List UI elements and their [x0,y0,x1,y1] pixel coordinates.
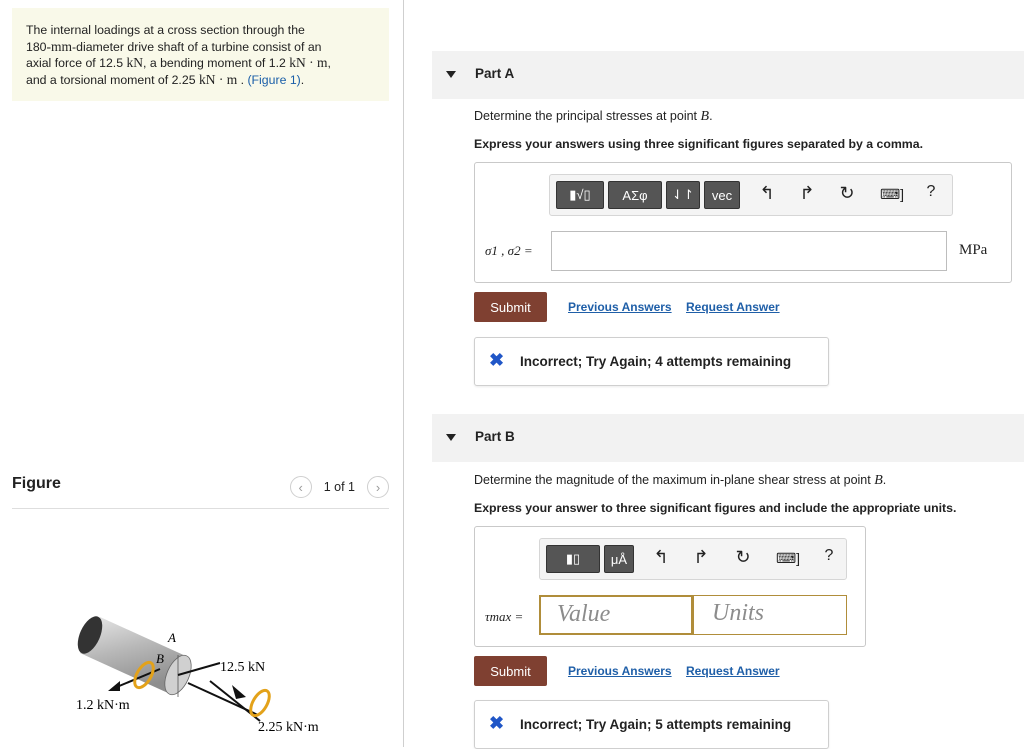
part-b-instruction: Express your answer to three significant… [474,501,957,515]
axial-unit: kN [126,55,143,70]
vec-label: vec [711,187,733,203]
part-b-header[interactable]: Part B [432,414,1024,462]
axial-force-label: 12.5 kN [220,660,265,675]
problem-line-4: and a torsional moment of 2.25 [26,72,199,87]
problem-line-4c: . [300,72,305,87]
point-b-label: B [156,651,164,666]
torsion-moment-ring [249,688,271,718]
part-a-header[interactable]: Part A [432,51,1024,99]
point-b: B [874,473,883,488]
part-a-request-answer-link[interactable]: Request Answer [686,300,780,314]
reset-icon[interactable]: ↻ [836,183,858,204]
part-a-question: Determine the principal stresses at poin… [474,109,713,125]
arrows-icon: ⇃↾ [672,187,694,202]
greek-button[interactable]: ΑΣφ [608,181,662,209]
units-icon: μÅ [610,551,628,567]
shaft-figure: A B 12.5 kN 1.2 kN·m 2.25 kN·m [76,616,319,735]
redo-icon[interactable]: ↱ [796,183,818,204]
problem-line-3: axial force of 12.5 [26,56,127,70]
value-input[interactable]: Value [539,595,693,635]
prev-figure-button[interactable]: ‹ [289,476,312,498]
tau-max-label: τmax = [485,609,524,624]
value-placeholder: Value [557,601,611,627]
part-b-previous-answers-link[interactable]: Previous Answers [568,664,672,678]
mpa-unit: MPa [959,242,988,258]
diameter-unit: -mm [46,38,73,54]
templates-icon: ▮▯ [565,551,581,566]
diameter-value: 180 [26,39,47,54]
part-a-submit-button[interactable]: Submit [474,292,547,322]
undo-icon[interactable]: ↰ [756,183,778,204]
part-b-request-answer-link[interactable]: Request Answer [686,664,780,678]
bending-moment-label: 1.2 kN·m [76,698,130,713]
part-b-label: Part B [475,429,515,444]
problem-line-4b: . [237,72,248,87]
help-icon[interactable]: ? [818,547,840,565]
problem-line-3b: , a bending moment of 1.2 [142,56,290,70]
part-b-question: Determine the magnitude of the maximum i… [474,473,886,489]
next-figure-button[interactable]: › [367,476,389,498]
reset-icon[interactable]: ↻ [732,547,754,568]
undo-icon[interactable]: ↰ [650,547,672,568]
greek-icon: ΑΣφ [622,187,648,203]
part-a-question-end: . [709,109,713,123]
part-a-feedback-text: Incorrect; Try Again; 4 attempts remaini… [520,354,792,369]
torsion-unit: kN · m [198,71,238,87]
incorrect-x-icon: ✖ [489,713,505,733]
figure-header: Figure ‹ 1 of 1 › [12,470,389,509]
redo-icon[interactable]: ↱ [690,547,712,568]
chevron-right-icon: › [375,479,381,495]
torsion-moment-label: 2.25 kN·m [258,720,319,735]
units-button[interactable]: μÅ [604,545,634,573]
problem-line-2: -diameter drive shaft of a turbine consi… [72,39,322,54]
point-a-label: A [167,630,176,645]
part-a-answer-box: ▮√▯ ΑΣφ ⇃↾ vec ↰ ↱ ↻ ⌨] ? σ1 , σ2 = MPa [474,162,1012,283]
part-a-previous-answers-link[interactable]: Previous Answers [568,300,672,314]
part-a-question-text: Determine the principal stresses at poin… [474,109,701,123]
part-b-answer-box: ▮▯ μÅ ↰ ↱ ↻ ⌨] ? τmax = Value Units [474,526,866,647]
figure-title: Figure [12,475,61,492]
part-b-feedback: ✖ Incorrect; Try Again; 5 attempts remai… [474,700,829,749]
templates-icon: ▮√▯ [569,187,591,202]
help-icon[interactable]: ? [920,183,942,201]
figure-pager: ‹ 1 of 1 › [289,476,389,498]
incorrect-x-icon: ✖ [489,350,505,370]
part-b-toolbar: ▮▯ μÅ ↰ ↱ ↻ ⌨] ? [539,538,847,580]
part-b-question-text: Determine the magnitude of the maximum i… [474,473,875,487]
templates-button[interactable]: ▮√▯ [556,181,604,209]
keyboard-icon[interactable]: ⌨] [876,186,908,203]
help-label: ? [824,547,834,564]
part-b-submit-button[interactable]: Submit [474,656,547,686]
arrows-button[interactable]: ⇃↾ [666,181,700,209]
figure-link[interactable]: (Figure 1) [247,73,300,87]
collapse-triangle-icon [446,71,456,78]
problem-statement: The internal loadings at a cross section… [12,8,389,101]
chevron-left-icon: ‹ [298,479,303,495]
vec-button[interactable]: vec [704,181,740,209]
part-a-toolbar: ▮√▯ ΑΣφ ⇃↾ vec ↰ ↱ ↻ ⌨] ? [549,174,953,216]
part-b-question-end: . [882,473,887,487]
problem-line-3c: , [327,56,331,70]
part-a-label: Part A [475,66,515,81]
moment-unit: kN · m [289,55,328,70]
units-placeholder: Units [712,600,765,626]
templates-button[interactable]: ▮▯ [546,545,600,573]
problem-line-1: The internal loadings at a cross section… [26,23,305,37]
point-b: B [700,109,710,124]
sigma-label: σ1 , σ2 = [485,243,533,258]
figure-count: 1 of 1 [323,480,355,494]
collapse-triangle-icon [446,434,456,441]
units-input[interactable]: Units [693,595,847,635]
left-panel: The internal loadings at a cross section… [0,0,404,747]
part-a-feedback: ✖ Incorrect; Try Again; 4 attempts remai… [474,337,829,386]
right-panel: Part A Determine the principal stresses … [432,0,1024,749]
keyboard-icon[interactable]: ⌨] [772,550,804,567]
help-label: ? [926,183,936,200]
part-a-instruction: Express your answers using three signifi… [474,137,923,151]
part-b-feedback-text: Incorrect; Try Again; 5 attempts remaini… [520,717,792,732]
principal-stresses-input[interactable] [551,231,947,271]
